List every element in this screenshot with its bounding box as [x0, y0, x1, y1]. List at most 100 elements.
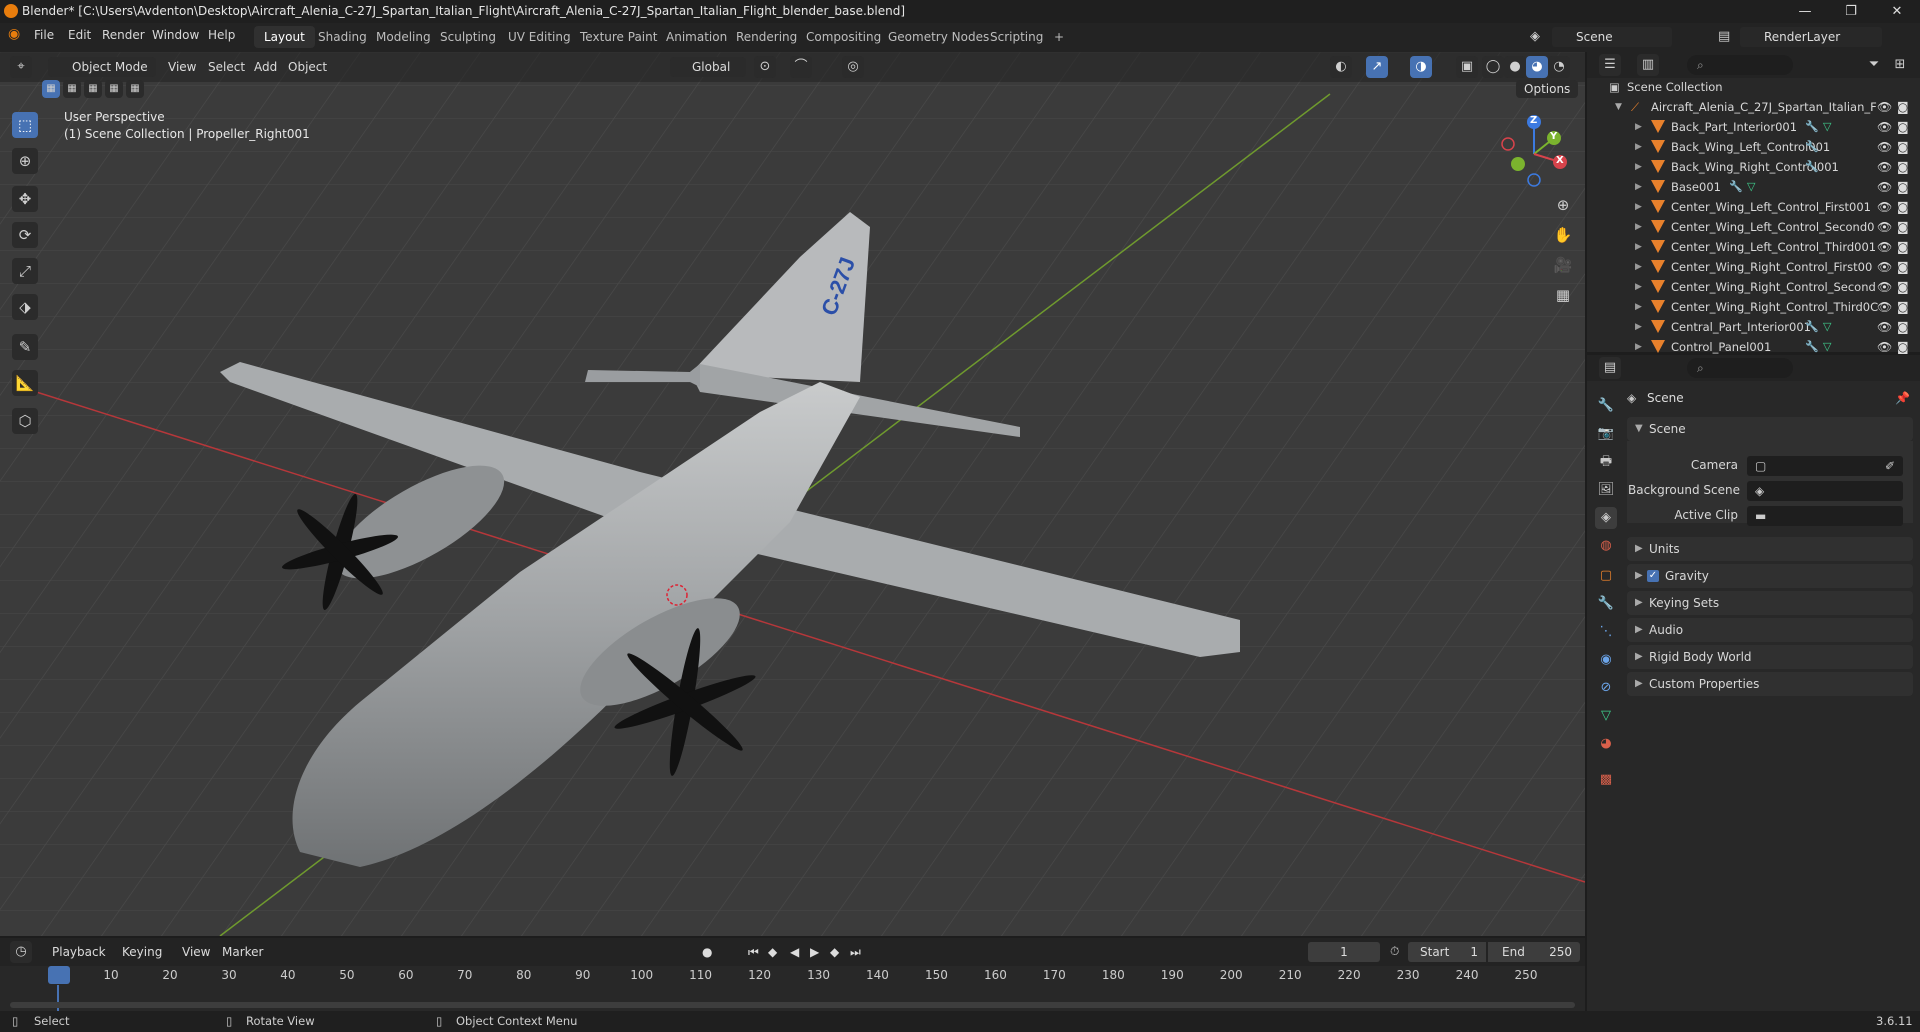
pan-hand-icon[interactable]: ✋ — [1552, 224, 1574, 246]
play-icon[interactable]: ▶ — [810, 942, 819, 962]
navigation-gizmo[interactable]: Z Y X — [1496, 112, 1576, 192]
display-mode-icon[interactable]: ▥ — [1637, 54, 1659, 76]
visibility-eye-icon[interactable]: 👁 — [1877, 337, 1892, 357]
modifier-wrench-icon[interactable]: 🔧 — [1805, 317, 1819, 337]
material-tab-icon[interactable]: ◕ — [1595, 733, 1617, 755]
outliner-object-row[interactable]: ▶ Center_Wing_Left_Control_Third001 👁 ◙ — [1587, 237, 1920, 257]
snap-icon[interactable]: ⌒ — [790, 56, 812, 78]
outliner-object-row[interactable]: ▶ Base001 🔧 ▽ 👁 ◙ — [1587, 177, 1920, 197]
visibility-eye-icon[interactable]: 👁 — [1877, 237, 1892, 257]
active-clip-field[interactable]: ▬ — [1747, 506, 1903, 526]
viewport-menu-select[interactable]: Select — [208, 57, 245, 77]
outliner-object-row[interactable]: ▶ Center_Wing_Right_Control_Second 👁 ◙ — [1587, 277, 1920, 297]
menu-file[interactable]: File — [34, 28, 54, 42]
visibility-eye-icon[interactable]: 👁 — [1877, 297, 1892, 317]
object-tab-icon[interactable]: ▢ — [1595, 565, 1617, 587]
physics-tab-icon[interactable]: ◉ — [1595, 649, 1617, 671]
select-intersect-icon[interactable]: ▦ — [126, 80, 144, 98]
visibility-eye-icon[interactable]: 👁 — [1877, 257, 1892, 277]
row-expand-arrow-icon[interactable]: ▶ — [1635, 337, 1642, 357]
keying-menu[interactable]: Keying — [122, 942, 162, 962]
annotate-tool-icon[interactable]: ✎ — [12, 334, 38, 360]
transform-tool-icon[interactable]: ⬗ — [12, 294, 38, 320]
world-tab-icon[interactable]: ◍ — [1595, 535, 1617, 557]
camera-view-icon[interactable]: 🎥 — [1552, 254, 1574, 276]
select-invert-icon[interactable]: ▦ — [105, 80, 123, 98]
properties-editor-icon[interactable]: ▤ — [1599, 357, 1621, 379]
render-camera-icon[interactable]: ◙ — [1897, 177, 1909, 197]
playhead-marker[interactable] — [48, 966, 70, 984]
render-camera-icon[interactable]: ◙ — [1897, 317, 1909, 337]
rendered-shading-icon[interactable]: ◔ — [1548, 56, 1570, 78]
viewport-menu-view[interactable]: View — [168, 57, 196, 77]
record-icon[interactable]: ● — [702, 942, 712, 962]
rigid-body-world-panel[interactable]: ▶ Rigid Body World — [1627, 645, 1913, 669]
scale-tool-icon[interactable]: ⤢ — [12, 258, 38, 284]
render-tab-icon[interactable]: 📷 — [1595, 423, 1617, 445]
menu-edit[interactable]: Edit — [68, 28, 91, 42]
outliner-aircraft-collection[interactable]: ▼ ⟋ Aircraft_Alenia_C_27J_Spartan_Italia… — [1587, 97, 1920, 117]
end-frame-field[interactable]: End 250 — [1488, 942, 1580, 962]
maximize-button[interactable]: ❐ — [1828, 1, 1874, 22]
render-camera-icon[interactable]: ◙ — [1897, 297, 1909, 317]
tab-texture-paint[interactable]: Texture Paint — [570, 26, 667, 48]
outliner-object-row[interactable]: ▶ Control_Panel001 🔧 ▽ 👁 ◙ — [1587, 337, 1920, 357]
visibility-eye-icon[interactable]: 👁 — [1877, 197, 1892, 217]
editor-type-icon[interactable]: ⌖ — [10, 56, 32, 78]
gravity-panel[interactable]: ▶ ✓ Gravity — [1627, 564, 1913, 588]
material-shading-icon[interactable]: ◕ — [1526, 56, 1548, 78]
marker-menu[interactable]: Marker — [222, 942, 263, 962]
modifier-wrench-icon[interactable]: 🔧 — [1805, 337, 1819, 357]
render-camera-icon[interactable]: ◙ — [1897, 117, 1909, 137]
tab-uv-editing[interactable]: UV Editing — [498, 26, 581, 48]
rotate-tool-icon[interactable]: ⟳ — [12, 222, 38, 248]
ortho-grid-icon[interactable]: ▦ — [1552, 284, 1574, 306]
add-cube-tool-icon[interactable]: ⬡ — [12, 408, 38, 434]
units-panel[interactable]: ▶ Units — [1627, 537, 1913, 561]
data-tab-icon[interactable]: ▽ — [1595, 705, 1617, 727]
mesh-data-icon[interactable]: ▽ — [1747, 177, 1755, 197]
gizmo-toggle-icon[interactable]: ↗ — [1366, 56, 1388, 78]
select-new-icon[interactable]: ▦ — [42, 80, 60, 98]
move-tool-icon[interactable]: ✥ — [12, 186, 38, 212]
row-expand-arrow-icon[interactable]: ▶ — [1635, 257, 1642, 277]
jump-start-icon[interactable]: ⏮ — [748, 942, 759, 962]
tool-tab-icon[interactable]: 🔧 — [1595, 395, 1617, 417]
menu-render[interactable]: Render — [102, 28, 145, 42]
row-expand-arrow-icon[interactable]: ▶ — [1635, 317, 1642, 337]
view-layer-tab-icon[interactable]: 🖼 — [1595, 479, 1617, 501]
visibility-eye-icon[interactable]: 👁 — [1877, 157, 1892, 177]
row-expand-arrow-icon[interactable]: ▶ — [1635, 297, 1642, 317]
render-camera-icon[interactable]: ◙ — [1897, 257, 1909, 277]
eyedropper-icon[interactable]: ✐ — [1885, 456, 1895, 476]
filter-icon[interactable]: ⏷ — [1863, 54, 1885, 76]
render-camera-icon[interactable]: ◙ — [1897, 337, 1909, 357]
current-frame-field[interactable]: 1 — [1308, 942, 1380, 962]
stopwatch-icon[interactable]: ⏱ — [1390, 944, 1399, 959]
visibility-eye-icon[interactable]: 👁 — [1877, 97, 1892, 117]
timeline-view-menu[interactable]: View — [182, 942, 210, 962]
row-expand-arrow-icon[interactable]: ▶ — [1635, 117, 1642, 137]
outliner-editor-icon[interactable]: ☰ — [1599, 54, 1621, 76]
modifier-wrench-icon[interactable]: 🔧 — [1729, 177, 1743, 197]
options-dropdown[interactable]: Options — [1516, 80, 1579, 98]
outliner-object-row[interactable]: ▶ Center_Wing_Right_Control_First00 👁 ◙ — [1587, 257, 1920, 277]
visibility-eye-icon[interactable]: 👁 — [1877, 277, 1892, 297]
solid-shading-icon[interactable]: ● — [1504, 56, 1526, 78]
camera-field[interactable]: ▢ ✐ — [1747, 456, 1903, 476]
background-scene-field[interactable]: ◈ — [1747, 481, 1903, 501]
pivot-icon[interactable]: ⊙ — [754, 56, 776, 78]
blender-menu-icon[interactable]: ◉ — [8, 26, 20, 42]
mesh-data-icon[interactable]: ▽ — [1823, 117, 1831, 137]
overlays-toggle-icon[interactable]: ◑ — [1410, 56, 1432, 78]
prev-keyframe-icon[interactable]: ◆ — [768, 942, 777, 962]
render-camera-icon[interactable]: ◙ — [1897, 157, 1909, 177]
tab-animation[interactable]: Animation — [656, 26, 737, 48]
select-box-tool-icon[interactable]: ⬚ — [12, 112, 38, 138]
render-camera-icon[interactable]: ◙ — [1897, 237, 1909, 257]
collection-expand-arrow-icon[interactable]: ▼ — [1615, 97, 1622, 117]
start-frame-field[interactable]: Start 1 — [1408, 942, 1486, 962]
menu-help[interactable]: Help — [208, 28, 235, 42]
tab-compositing[interactable]: Compositing — [796, 26, 891, 48]
outliner-object-row[interactable]: ▶ Center_Wing_Left_Control_Second0 👁 ◙ — [1587, 217, 1920, 237]
